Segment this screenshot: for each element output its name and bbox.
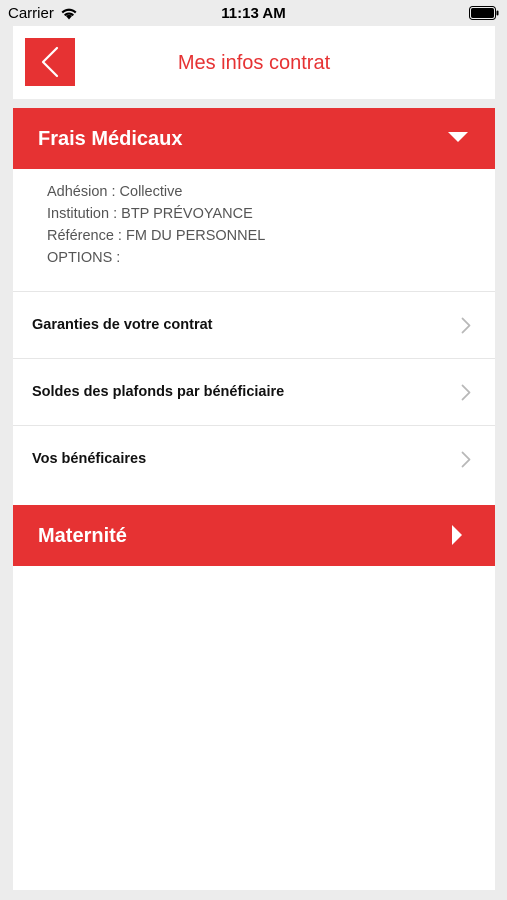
contract-info: Adhésion : Collective Institution : BTP … (47, 181, 265, 269)
info-reference: Référence : FM DU PERSONNEL (47, 228, 266, 244)
info-institution: Institution : BTP PRÉVOYANCE (47, 206, 253, 222)
section-title: Maternité (38, 525, 127, 547)
nav-header: Mes infos contrat (13, 26, 495, 99)
section-header-maternite[interactable]: Maternité (13, 505, 495, 566)
list-item-beneficiaires[interactable]: Vos bénéficaires (13, 426, 495, 493)
list-item-garanties[interactable]: Garanties de votre contrat (13, 292, 495, 359)
status-bar: Carrier 11:13 AM (0, 0, 507, 26)
info-adhesion: Adhésion : Collective (47, 184, 183, 200)
caret-right-icon (452, 525, 462, 545)
list-item-label: Vos bénéficaires (32, 451, 147, 467)
chevron-right-icon (461, 384, 471, 401)
list-item-label: Garanties de votre contrat (32, 317, 213, 333)
chevron-right-icon (461, 451, 471, 468)
chevron-right-icon (461, 317, 471, 334)
status-time: 11:13 AM (221, 5, 286, 22)
page-title: Mes infos contrat (177, 52, 331, 74)
section-title: Frais Médicaux (38, 128, 183, 150)
list-item-soldes-plafonds[interactable]: Soldes des plafonds par bénéficiaire (13, 359, 495, 426)
caret-down-icon (448, 132, 468, 142)
info-options: OPTIONS : (47, 250, 121, 266)
section-header-frais-medicaux[interactable]: Frais Médicaux (13, 108, 495, 169)
list-item-label: Soldes des plafonds par bénéficiaire (32, 384, 285, 400)
battery-icon (469, 6, 499, 24)
